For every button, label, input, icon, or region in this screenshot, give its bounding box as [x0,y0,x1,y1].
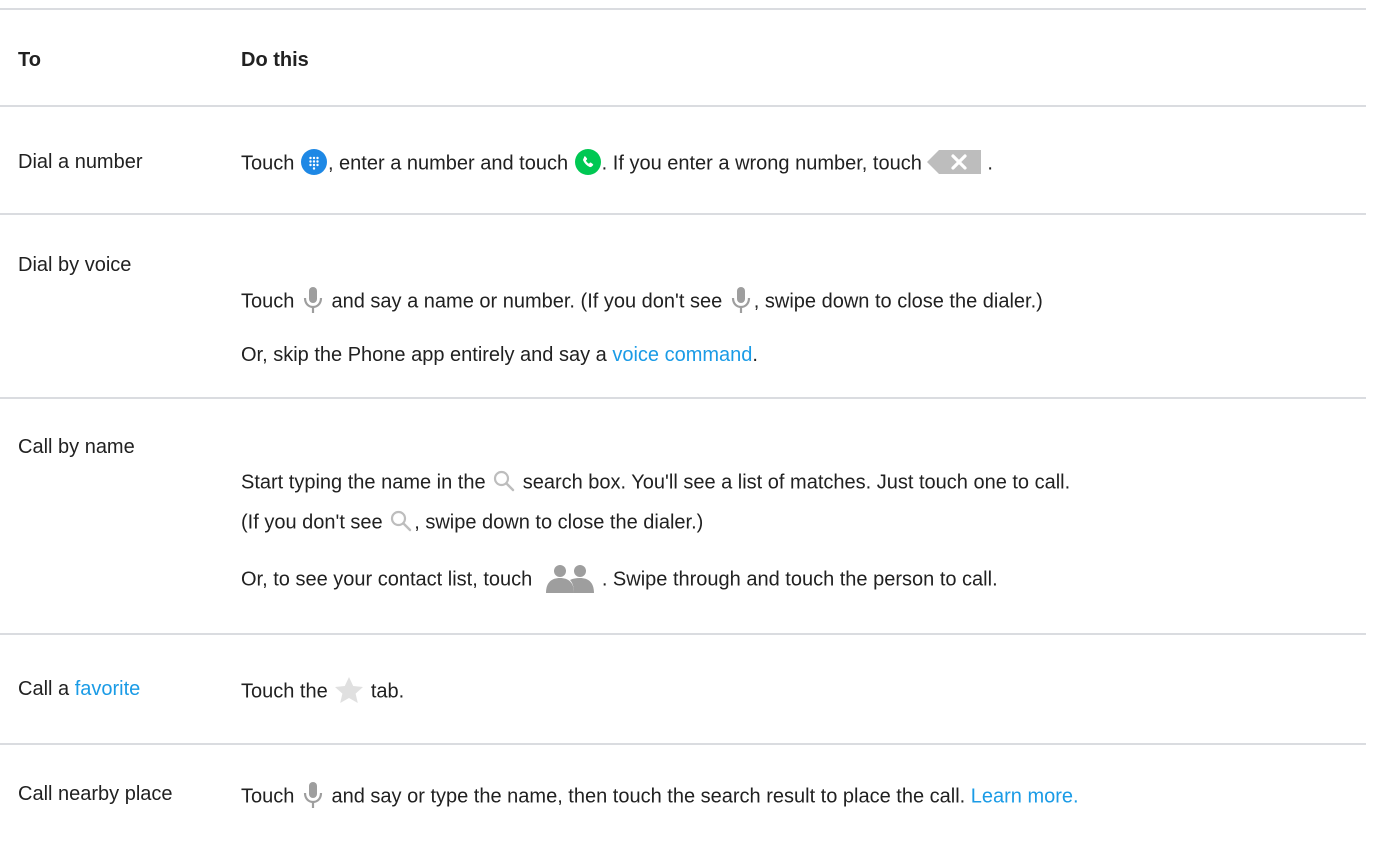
learn-more-link[interactable]: Learn more. [971,785,1079,807]
microphone-icon [728,285,754,315]
row-label-call-name: Call by name [18,436,135,458]
row-label-dial-voice: Dial by voice [18,254,132,276]
microphone-icon [300,285,326,315]
row-label-dial-number: Dial a number [18,151,143,173]
call-icon [574,148,602,176]
microphone-icon [300,780,326,810]
row-text-call-favorite: Touch the tab. [241,677,404,707]
backspace-icon [927,148,987,176]
calling-instructions-table: To Do this Dial a number Touch , enter a… [0,0,1373,843]
table-divider [0,397,1366,399]
dialpad-icon [300,148,328,176]
search-icon [388,508,414,534]
table-divider [0,8,1366,10]
row-text-call-name: Start typing the name in the search box.… [241,470,1070,496]
column-header-to: To [18,49,41,71]
column-header-do-this: Do this [241,49,309,71]
table-divider [0,105,1366,107]
voice-command-link[interactable]: voice command [612,344,752,366]
table-divider [0,213,1366,215]
star-icon [333,675,365,705]
row-label-call-place: Call nearby place [18,783,173,805]
row-text-call-name-alt: Or, to see your contact list, touch . Sw… [241,565,998,595]
search-icon [491,468,517,494]
row-text-dial-voice-alt: Or, skip the Phone app entirely and say … [241,344,758,366]
row-text-call-name-2: (If you don't see , swipe down to close … [241,510,703,536]
table-divider [0,743,1366,745]
row-text-dial-voice: Touch and say a name or number. (If you … [241,287,1043,317]
table-divider [0,633,1366,635]
row-label-call-favorite: Call a favorite [18,678,141,700]
contacts-icon [538,563,602,593]
row-text-dial-number: Touch , enter a number and touch . If yo… [241,148,993,178]
row-text-call-place: Touch and say or type the name, then tou… [241,782,1079,812]
favorite-link[interactable]: favorite [75,678,141,700]
